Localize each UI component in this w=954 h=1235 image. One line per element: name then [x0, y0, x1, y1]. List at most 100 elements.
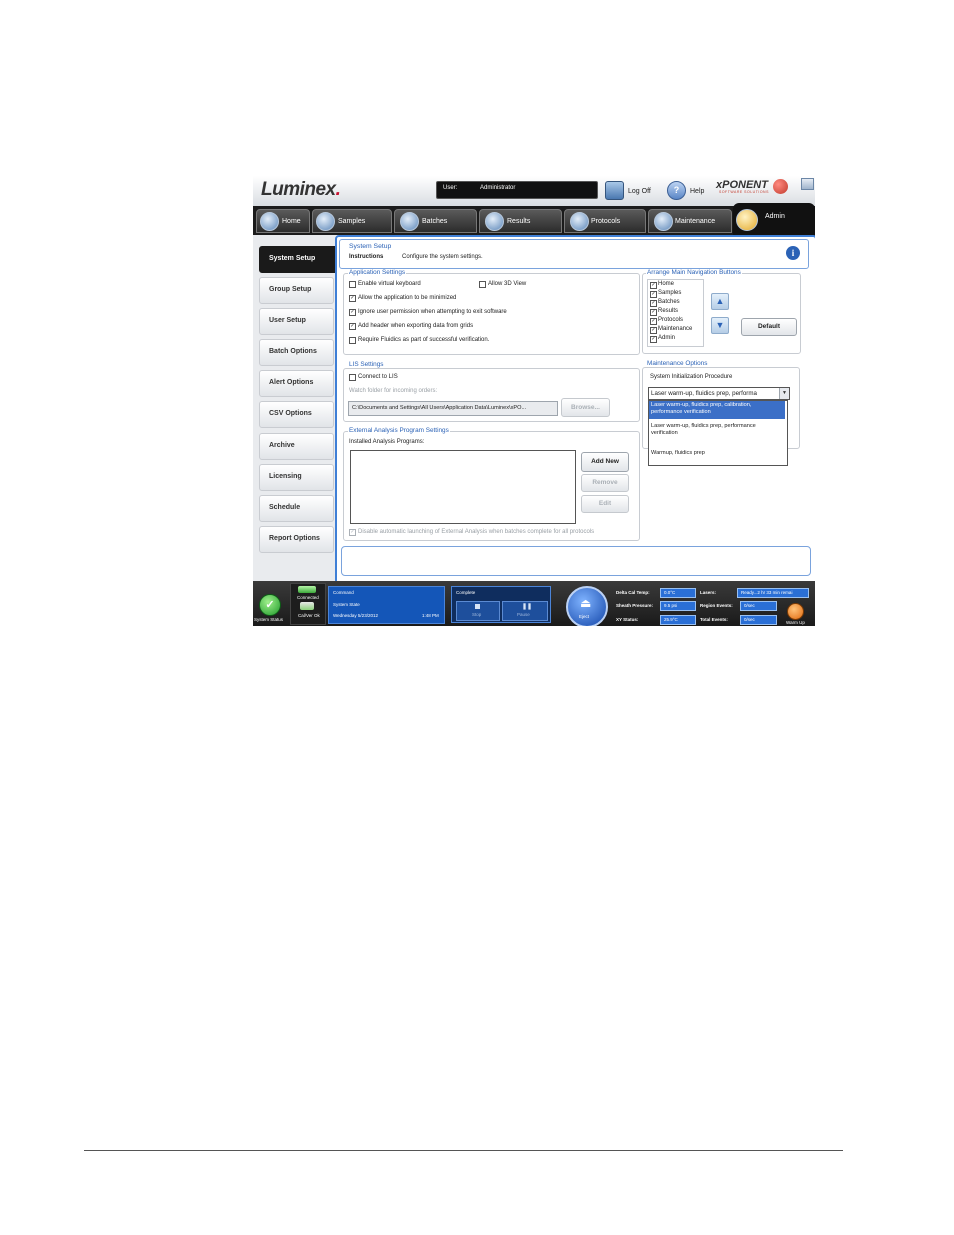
time-label: 1:48 PM: [422, 613, 439, 618]
tab-protocols[interactable]: Protocols: [564, 209, 646, 233]
complete-label: Complete: [456, 590, 476, 595]
eject-icon: ⏏: [580, 596, 592, 610]
dropdown-option-3[interactable]: Warmup, fluidics prep: [651, 450, 705, 456]
sidebar-item-label: CSV Options: [269, 410, 312, 417]
home-icon: [260, 212, 279, 231]
pause-icon: ❚❚: [522, 604, 533, 610]
nav-protocols-label: Protocols: [658, 317, 684, 323]
sidebar-item-label: Schedule: [269, 504, 301, 511]
tab-protocols-label: Protocols: [591, 218, 621, 225]
add-header-checkbox[interactable]: ✓: [349, 323, 356, 330]
move-down-arrow-icon[interactable]: ▼: [711, 317, 729, 334]
browse-button[interactable]: Browse...: [561, 398, 610, 417]
nav-results-checkbox[interactable]: ✓: [650, 309, 657, 316]
sidebar-item-schedule[interactable]: Schedule: [259, 495, 334, 522]
logoff-button[interactable]: Log Off: [628, 188, 651, 195]
system-status-icon[interactable]: ✓: [259, 594, 281, 616]
connected-label: Connected: [297, 595, 319, 600]
eject-button[interactable]: ⏏: [566, 586, 608, 626]
nav-admin-checkbox[interactable]: ✓: [650, 336, 657, 343]
allow-3d-view-label: Allow 3D View: [488, 281, 527, 287]
sidebar-item-label: User Setup: [269, 317, 306, 324]
sidebar-item-alert-options[interactable]: Alert Options: [259, 370, 334, 397]
lis-settings-title: LIS Settings: [348, 361, 385, 368]
lasers-label: Lasers:: [700, 590, 717, 595]
tab-batches-label: Batches: [422, 218, 448, 225]
tab-results[interactable]: Results: [479, 209, 562, 233]
enable-virtual-keyboard-checkbox[interactable]: [349, 281, 356, 288]
connected-icon: [298, 586, 316, 593]
disable-auto-launch-checkbox[interactable]: ✓: [349, 529, 356, 536]
warmup-icon[interactable]: [787, 603, 804, 620]
nav-batches-label: Batches: [658, 299, 680, 305]
pause-button[interactable]: ❚❚ Pause: [502, 601, 548, 621]
message-panel: [341, 546, 811, 576]
sidebar-item-licensing[interactable]: Licensing: [259, 464, 334, 491]
tab-samples-label: Samples: [338, 218, 366, 225]
sidebar-item-label: System Setup: [269, 255, 316, 262]
date-label: Wednesday 5/23/2012: [333, 613, 378, 618]
page-title: System Setup: [349, 243, 392, 250]
logoff-icon[interactable]: [605, 181, 624, 200]
sidebar-item-label: Alert Options: [269, 379, 314, 386]
allow-minimize-checkbox[interactable]: ✓: [349, 295, 356, 302]
sidebar-item-label: Group Setup: [269, 286, 312, 293]
help-button[interactable]: Help: [690, 188, 704, 195]
application-settings-title: Application Settings: [348, 269, 407, 276]
nav-protocols-checkbox[interactable]: ✓: [650, 318, 657, 325]
tab-batches[interactable]: Batches: [394, 209, 477, 233]
lasers-value: Ready...2 hr 33 min remai: [741, 590, 793, 595]
sidebar-item-system-setup[interactable]: System Setup: [259, 246, 341, 273]
calver-label: Cal/Ver Ok: [298, 613, 320, 618]
sidebar-item-batch-options[interactable]: Batch Options: [259, 339, 334, 366]
dropdown-option-2-line2[interactable]: verification: [651, 430, 678, 436]
help-icon[interactable]: ?: [667, 181, 686, 200]
sidebar-item-user-setup[interactable]: User Setup: [259, 308, 334, 335]
require-fluidics-checkbox[interactable]: [349, 337, 356, 344]
dropdown-option-1-line1[interactable]: Laser warm-up, fluidics prep, calibratio…: [651, 402, 751, 408]
tab-admin[interactable]: Admin: [733, 203, 815, 235]
stop-button[interactable]: Stop: [456, 601, 500, 621]
results-icon: [485, 212, 504, 231]
watch-folder-input[interactable]: C:\Documents and Settings\All Users\Appl…: [348, 401, 558, 416]
sidebar-item-group-setup[interactable]: Group Setup: [259, 277, 334, 304]
total-events-value-box: 0/sec: [740, 615, 777, 625]
system-state-label: System State: [333, 602, 360, 607]
tab-maintenance-label: Maintenance: [675, 218, 716, 225]
nav-batches-checkbox[interactable]: ✓: [650, 300, 657, 307]
window-button-icon[interactable]: [801, 178, 814, 190]
sidebar-item-archive[interactable]: Archive: [259, 433, 334, 460]
luminex-logo: Luminex.: [261, 179, 341, 200]
warmup-label: Warm Up: [786, 620, 805, 625]
nav-home-checkbox[interactable]: ✓: [650, 282, 657, 289]
dropdown-option-1-line2[interactable]: performance verification: [651, 409, 711, 415]
sheath-pressure-value: 9.5 psi: [664, 603, 678, 608]
info-icon[interactable]: i: [786, 246, 800, 260]
sidebar-item-label: Archive: [269, 442, 295, 449]
installed-programs-list[interactable]: [350, 450, 576, 524]
chevron-down-icon[interactable]: ▼: [779, 388, 789, 399]
ignore-permission-checkbox[interactable]: ✓: [349, 309, 356, 316]
sidebar-item-csv-options[interactable]: CSV Options: [259, 401, 334, 428]
allow-3d-view-checkbox[interactable]: [479, 281, 486, 288]
edit-button[interactable]: Edit: [581, 495, 629, 513]
system-status-label: System Status: [254, 617, 284, 622]
tab-maintenance[interactable]: Maintenance: [648, 209, 732, 233]
add-new-button[interactable]: Add New: [581, 452, 629, 472]
default-button[interactable]: Default: [741, 318, 797, 336]
delta-cal-value-box: 0.0°C: [660, 588, 696, 598]
move-up-arrow-icon[interactable]: ▲: [711, 293, 729, 310]
nav-maintenance-checkbox[interactable]: ✓: [650, 327, 657, 334]
tab-admin-label: Admin: [765, 213, 785, 220]
connect-lis-label: Connect to LIS: [358, 374, 398, 380]
watch-folder-label: Watch folder for incoming orders:: [349, 388, 438, 394]
remove-button[interactable]: Remove: [581, 474, 629, 492]
dropdown-option-2-line1[interactable]: Laser warm-up, fluidics prep, performanc…: [651, 423, 756, 429]
connect-lis-checkbox[interactable]: [349, 374, 356, 381]
nav-samples-checkbox[interactable]: ✓: [650, 291, 657, 298]
delta-cal-value: 0.0°C: [664, 590, 676, 595]
tab-samples[interactable]: Samples: [312, 209, 392, 233]
init-procedure-select[interactable]: Laser warm-up, fluidics prep, performa ▼: [648, 387, 790, 400]
sidebar-item-report-options[interactable]: Report Options: [259, 526, 334, 553]
tab-home[interactable]: Home: [256, 209, 310, 233]
